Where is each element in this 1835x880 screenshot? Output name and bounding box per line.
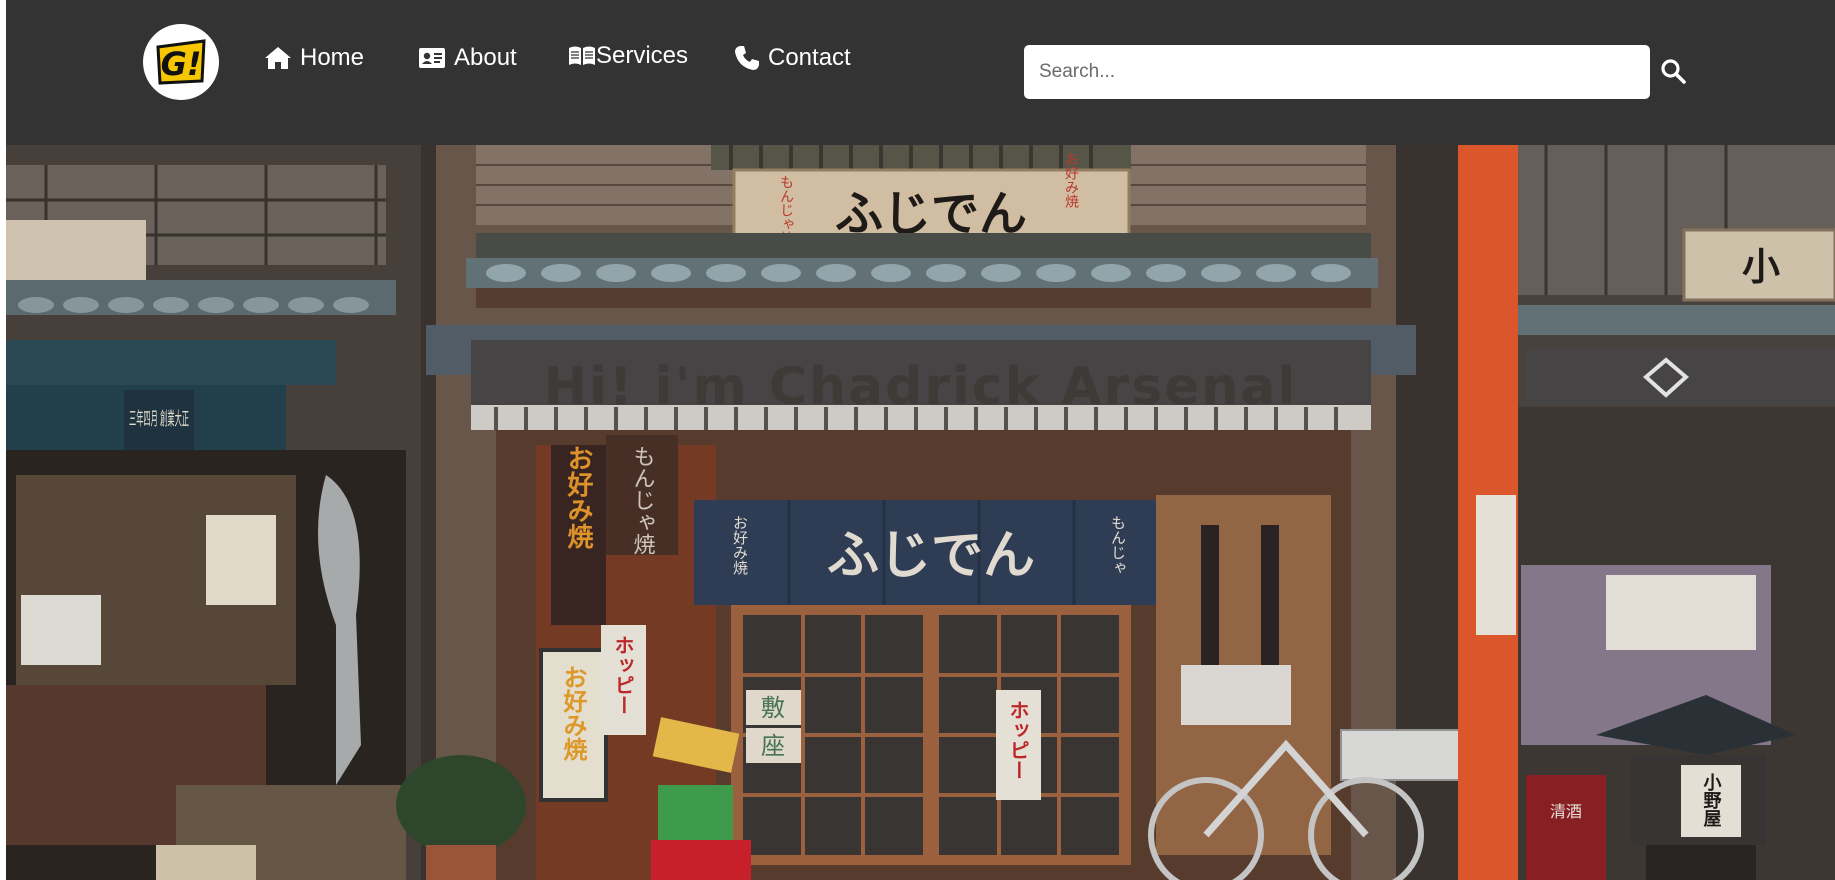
nav-home-label: Home — [300, 44, 365, 71]
nav-services-label: Services — [596, 42, 689, 69]
nav-about-label: About — [454, 44, 517, 71]
nav-contact-label: Contact — [768, 44, 851, 71]
hero-title: Hi! i'm Chadrick Arsenal — [543, 357, 1298, 417]
search-icon — [1661, 59, 1686, 84]
nav-services-link[interactable]: Services — [568, 38, 688, 74]
site-logo[interactable]: G! — [143, 24, 219, 100]
search-input[interactable] — [1024, 45, 1650, 99]
search-button[interactable] — [1658, 55, 1688, 87]
logo-text: G! — [161, 45, 202, 83]
g-logo-icon: G! — [156, 39, 206, 85]
home-icon — [265, 47, 291, 69]
id-card-icon — [419, 48, 445, 68]
nav-home-link[interactable]: Home — [264, 40, 364, 76]
hero-banner: 三年四月 創業大正 ふじでん もんじゃ焼 お好み焼 お好み焼 もんじゃ焼 ふじで… — [6, 145, 1835, 880]
open-book-icon — [569, 46, 595, 65]
navbar: G! Home About Services Contact Search... — [6, 0, 1835, 145]
page-frame: G! Home About Services Contact Search...… — [6, 0, 1835, 880]
nav-contact-link[interactable]: Contact — [734, 40, 851, 76]
phone-icon — [735, 46, 759, 70]
japanese-shopfront-photo: 三年四月 創業大正 ふじでん もんじゃ焼 お好み焼 お好み焼 もんじゃ焼 ふじで… — [6, 145, 1835, 880]
nav-about-link[interactable]: About — [418, 40, 517, 76]
